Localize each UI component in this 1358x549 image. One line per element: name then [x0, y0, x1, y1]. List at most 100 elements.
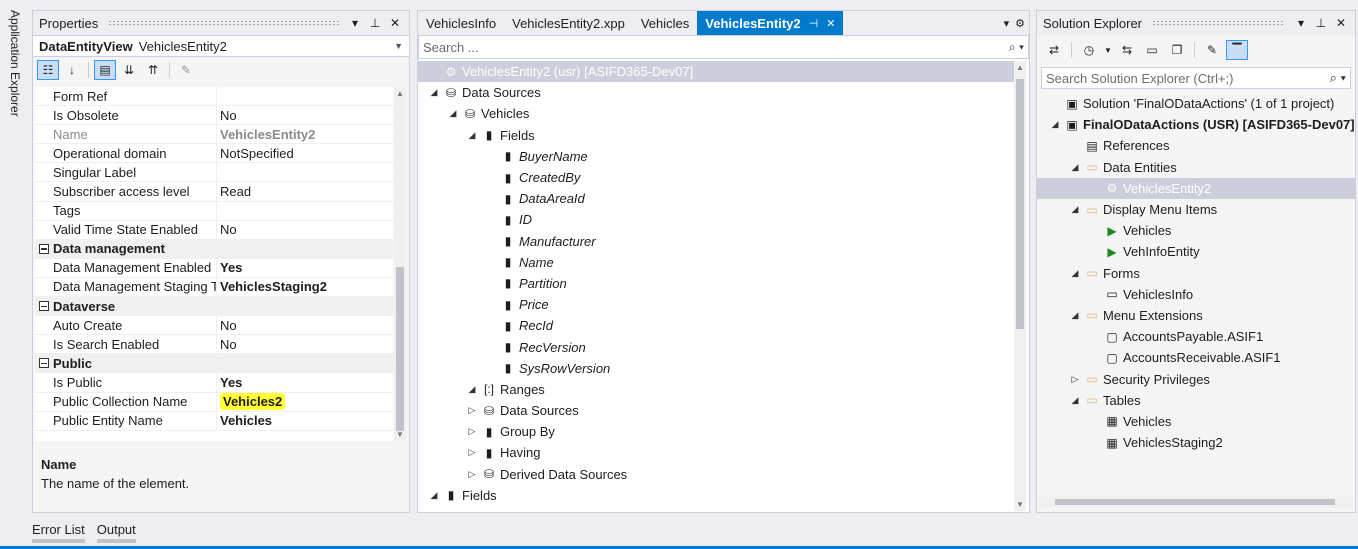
- property-value[interactable]: Yes: [217, 259, 242, 277]
- window-position-icon[interactable]: ▾: [347, 16, 363, 30]
- property-category[interactable]: Data management: [35, 239, 393, 259]
- property-value[interactable]: No: [217, 316, 237, 334]
- tree-node[interactable]: ◢ ▣ FinalODataActions (USR) [ASIFD365-Dev0…: [1037, 114, 1355, 135]
- expander-icon[interactable]: ◢: [1069, 310, 1081, 321]
- expander-icon[interactable]: ◢: [428, 87, 440, 98]
- preview-icon[interactable]: ▔: [1226, 40, 1248, 60]
- tree-node[interactable]: ▷ ▮ Having: [418, 442, 1014, 463]
- expander-icon[interactable]: ◢: [1069, 268, 1081, 279]
- tree-node[interactable]: ◢ ▭ Data Entities: [1037, 157, 1355, 178]
- tree-node[interactable]: ▭ VehiclesInfo: [1037, 284, 1355, 305]
- scroll-up-icon[interactable]: ▲: [394, 89, 406, 98]
- tree-node[interactable]: ▢ AccountsPayable.ASIF1: [1037, 326, 1355, 347]
- designer-search-input[interactable]: Search ...: [423, 40, 479, 55]
- collapse-icon[interactable]: [39, 358, 49, 369]
- tab-document[interactable]: Vehicles: [633, 11, 697, 35]
- tree-node[interactable]: ▦ Vehicles: [1037, 411, 1355, 432]
- object-selector[interactable]: DataEntityView VehiclesEntity2 ▼: [33, 35, 409, 57]
- expander-icon[interactable]: ◢: [428, 490, 440, 501]
- designer-scrollbar[interactable]: ▲ ▼: [1014, 61, 1026, 511]
- property-category[interactable]: Dataverse: [35, 297, 393, 317]
- expander-icon[interactable]: ◢: [447, 108, 459, 119]
- tree-node[interactable]: ▷ ▮ Group By: [418, 421, 1014, 442]
- tree-node[interactable]: ▮ DataAreaId: [418, 188, 1014, 209]
- tree-node[interactable]: ▮ RecId: [418, 315, 1014, 336]
- tree-node[interactable]: ◢ ⛁ Vehicles: [418, 103, 1014, 124]
- solution-search[interactable]: Search Solution Explorer (Ctrl+;) ⌕ ▾: [1041, 67, 1351, 89]
- expand-all-icon[interactable]: ⇊: [118, 60, 140, 80]
- solution-hscrollbar[interactable]: [1039, 496, 1353, 508]
- bottom-tab[interactable]: Output: [96, 522, 136, 543]
- chevron-down-icon[interactable]: ▼: [394, 41, 403, 51]
- tree-node[interactable]: ▦ VehiclesStaging2: [1037, 432, 1355, 453]
- expander-icon[interactable]: ▷: [466, 405, 478, 416]
- expander-icon[interactable]: ◢: [466, 384, 478, 395]
- close-icon[interactable]: ✕: [387, 16, 403, 30]
- property-value[interactable]: NotSpecified: [217, 144, 294, 162]
- expander-icon[interactable]: ▷: [466, 426, 478, 437]
- property-row[interactable]: Singular Label: [35, 163, 393, 183]
- application-explorer-label[interactable]: Application Explorer: [8, 10, 22, 117]
- tree-node[interactable]: ◢ ▭ Menu Extensions: [1037, 305, 1355, 326]
- wrench-icon[interactable]: ✎: [1201, 40, 1223, 60]
- expander-icon[interactable]: ◢: [1069, 204, 1081, 215]
- expander-icon[interactable]: ◢: [466, 130, 478, 141]
- alphabetical-icon[interactable]: ↓: [61, 60, 83, 80]
- property-row[interactable]: Operational domain NotSpecified: [35, 144, 393, 164]
- property-category[interactable]: Public: [35, 354, 393, 374]
- expander-icon[interactable]: ◢: [1069, 395, 1081, 406]
- solution-search-input[interactable]: Search Solution Explorer (Ctrl+;): [1046, 71, 1234, 86]
- pin-icon[interactable]: ⊥: [367, 16, 383, 30]
- chevron-down-icon[interactable]: ▼: [1103, 40, 1113, 60]
- switch-views-icon[interactable]: ⇄: [1043, 40, 1065, 60]
- property-row[interactable]: Form Ref: [35, 87, 393, 107]
- property-value[interactable]: [217, 202, 220, 220]
- search-icon[interactable]: ⌕ ▾: [1330, 70, 1346, 86]
- property-value[interactable]: Read: [217, 182, 251, 200]
- tree-node[interactable]: ▷ ⛁ Derived Data Sources: [418, 464, 1014, 485]
- tree-node[interactable]: ◢ ▭ Tables: [1037, 390, 1355, 411]
- property-value[interactable]: VehiclesEntity2: [217, 125, 315, 143]
- property-row[interactable]: Data Management Staging TableVehiclesSta…: [35, 277, 393, 298]
- property-value[interactable]: Vehicles2: [217, 393, 286, 411]
- tree-node[interactable]: ◢ [:] Ranges: [418, 379, 1014, 400]
- tree-node[interactable]: ▢ AccountsReceivable.ASIF1: [1037, 347, 1355, 368]
- tab-document[interactable]: VehiclesEntity2.xpp: [504, 11, 633, 35]
- tree-node[interactable]: ◢ ⛁ Data Sources: [418, 82, 1014, 103]
- tab-document[interactable]: VehiclesEntity2 ⊣ ✕: [697, 11, 844, 35]
- tree-node[interactable]: ◢ ▭ Display Menu Items: [1037, 199, 1355, 220]
- tree-node[interactable]: ▮ ID: [418, 209, 1014, 230]
- property-row[interactable]: Is Obsolete No: [35, 106, 393, 126]
- tree-node[interactable]: ⚙ VehiclesEntity2: [1037, 177, 1355, 199]
- pin-icon[interactable]: ⊣: [809, 17, 819, 30]
- property-row[interactable]: Is Search Enabled No: [35, 335, 393, 355]
- property-grid-scrollbar[interactable]: ▲ ▼: [394, 87, 406, 441]
- pending-changes-icon[interactable]: ◷: [1078, 40, 1100, 60]
- scroll-thumb[interactable]: [1016, 79, 1024, 329]
- property-value[interactable]: VehiclesStaging2: [217, 278, 327, 296]
- property-row[interactable]: Name VehiclesEntity2: [35, 125, 393, 145]
- gear-icon[interactable]: ⚙: [1015, 17, 1025, 30]
- tree-node[interactable]: ▮ BuyerName: [418, 146, 1014, 167]
- property-value[interactable]: No: [217, 335, 237, 353]
- property-value[interactable]: No: [217, 106, 237, 124]
- scroll-down-icon[interactable]: ▼: [394, 430, 406, 439]
- scroll-down-icon[interactable]: ▼: [1014, 500, 1026, 509]
- show-all-files-icon[interactable]: ❐: [1166, 40, 1188, 60]
- scroll-thumb[interactable]: [396, 267, 404, 431]
- property-value[interactable]: [217, 87, 220, 105]
- search-icon[interactable]: ⌕ ▾: [1009, 40, 1024, 55]
- title-grip[interactable]: [1152, 20, 1285, 26]
- tree-node[interactable]: ◢ ▮ Fields: [418, 485, 1014, 506]
- tab-list-icon[interactable]: ▾: [1004, 17, 1010, 30]
- property-row[interactable]: Data Management Enabled Yes: [35, 258, 393, 278]
- tree-node[interactable]: ▷ ⛁ Data Sources: [418, 400, 1014, 421]
- pin-icon[interactable]: ⊥: [1313, 16, 1329, 30]
- property-row[interactable]: Subscriber access level Read: [35, 182, 393, 202]
- expander-icon[interactable]: ▷: [466, 447, 478, 458]
- scroll-thumb[interactable]: [1055, 499, 1335, 505]
- expander-icon[interactable]: ◢: [1049, 119, 1061, 130]
- tree-node[interactable]: ▷ ▭ Security Privileges: [1037, 368, 1355, 389]
- tree-node[interactable]: ▮ Name: [418, 252, 1014, 273]
- bottom-tab[interactable]: Error List: [32, 522, 85, 543]
